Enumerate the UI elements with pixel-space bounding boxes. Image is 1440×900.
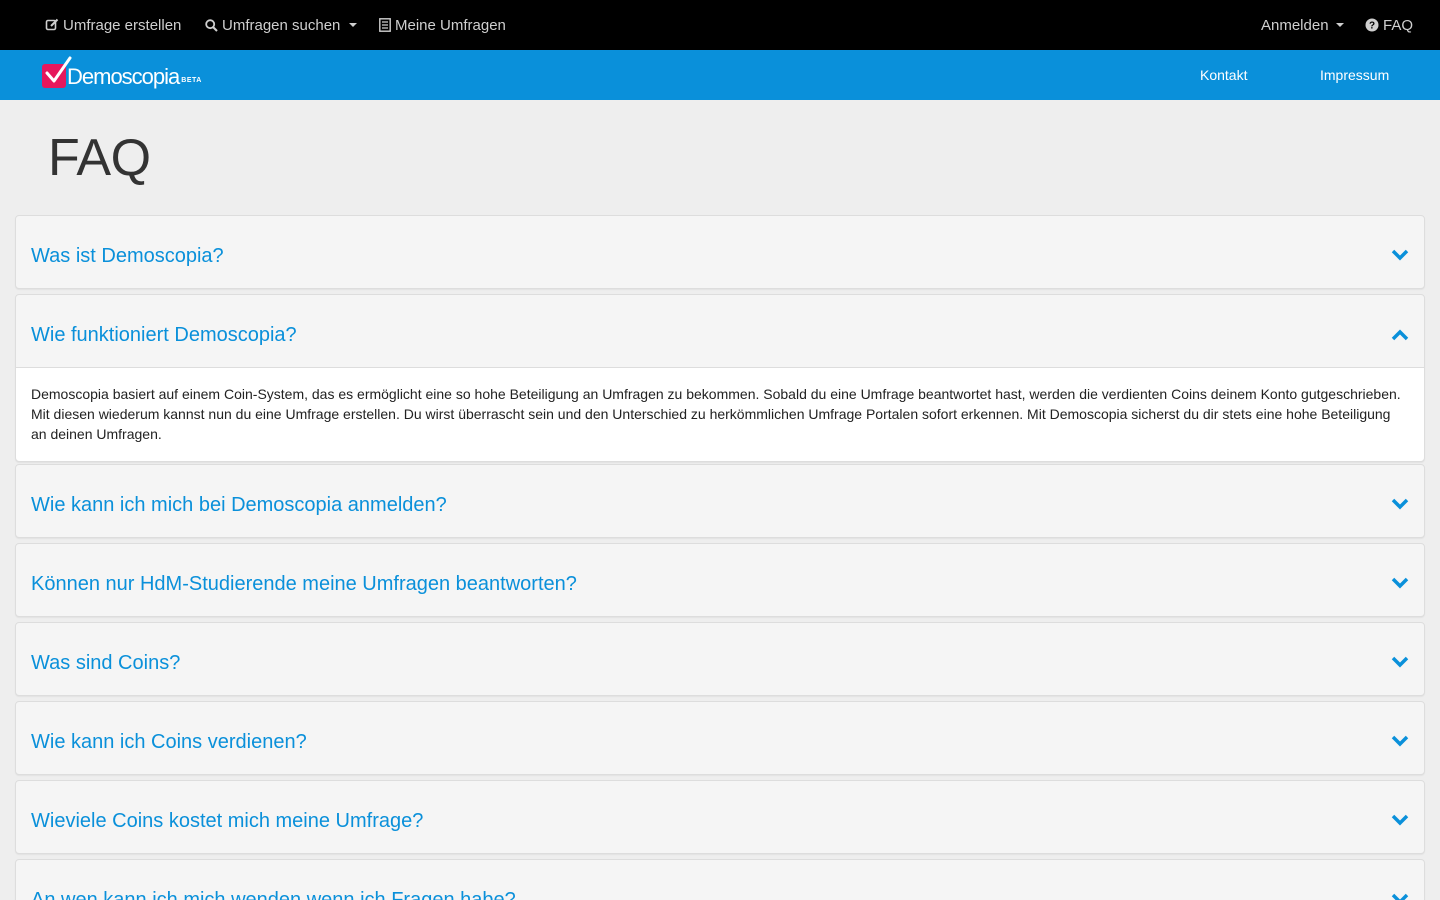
faq-panel: An wen kann ich mich wenden wenn ich Fra…: [15, 859, 1425, 900]
nav-faq-label: FAQ: [1383, 16, 1414, 34]
faq-panel: Können nur HdM-Studierende meine Umfrage…: [15, 543, 1425, 617]
chevron-down-icon: [1391, 248, 1409, 266]
nav-search-surveys-label: Umfragen suchen: [222, 16, 341, 34]
search-icon: [205, 18, 218, 32]
faq-question: Wie funktioniert Demoscopia?: [31, 324, 297, 346]
question-circle-icon: ?: [1365, 18, 1379, 32]
page-title: FAQ: [48, 129, 151, 187]
faq-question: Wie kann ich mich bei Demoscopia anmelde…: [31, 494, 447, 516]
faq-panel: Wie kann ich Coins verdienen?: [15, 701, 1425, 775]
nav-my-surveys[interactable]: Meine Umfragen: [379, 0, 506, 50]
faq-question: Was sind Coins?: [31, 652, 181, 674]
logo[interactable]: Demoscopia BETA: [42, 56, 202, 91]
faq-answer: Demoscopia basiert auf einem Coin-System…: [16, 367, 1424, 461]
faq-panel: Was ist Demoscopia?: [15, 215, 1425, 289]
faq-panel: Wie kann ich mich bei Demoscopia anmelde…: [15, 464, 1425, 538]
nav-my-surveys-label: Meine Umfragen: [395, 16, 506, 34]
nav-create-survey[interactable]: Umfrage erstellen: [45, 0, 181, 50]
nav-create-survey-label: Umfrage erstellen: [63, 16, 182, 34]
faq-question-toggle[interactable]: Wie kann ich mich bei Demoscopia anmelde…: [16, 465, 1424, 537]
caret-down-icon: [349, 23, 358, 27]
faq-panel: Wie funktioniert Demoscopia? Demoscopia …: [15, 294, 1425, 462]
chevron-down-icon: [1391, 734, 1409, 752]
imprint-link[interactable]: Impressum: [1320, 50, 1389, 100]
faq-question-toggle[interactable]: Wie kann ich Coins verdienen?: [16, 702, 1424, 774]
edit-icon: [45, 18, 59, 32]
faq-question: Was ist Demoscopia?: [31, 245, 224, 267]
faq-question-toggle[interactable]: Wie funktioniert Demoscopia?: [16, 295, 1424, 367]
nav-faq[interactable]: ? FAQ: [1365, 0, 1413, 50]
brand-navbar: Demoscopia BETA Kontakt Impressum: [0, 50, 1440, 100]
faq-question-toggle[interactable]: Was ist Demoscopia?: [16, 216, 1424, 288]
faq-question: Wie kann ich Coins verdienen?: [31, 731, 307, 753]
faq-question: Wieviele Coins kostet mich meine Umfrage…: [31, 810, 424, 832]
faq-question-toggle[interactable]: Können nur HdM-Studierende meine Umfrage…: [16, 544, 1424, 616]
chevron-up-icon: [1391, 328, 1409, 346]
contact-link[interactable]: Kontakt: [1200, 50, 1247, 100]
list-icon: [379, 18, 391, 32]
checkmark-logo-icon: [42, 56, 72, 88]
faq-question-toggle[interactable]: Was sind Coins?: [16, 623, 1424, 695]
svg-text:?: ?: [1369, 21, 1375, 32]
chevron-down-icon: [1391, 497, 1409, 515]
login-label: Anmelden: [1261, 16, 1329, 34]
faq-panel: Wieviele Coins kostet mich meine Umfrage…: [15, 780, 1425, 854]
faq-question: An wen kann ich mich wenden wenn ich Fra…: [31, 889, 516, 900]
top-navbar: Umfrage erstellen Umfragen suchen Meine …: [0, 0, 1440, 50]
faq-question: Können nur HdM-Studierende meine Umfrage…: [31, 573, 577, 595]
nav-search-surveys[interactable]: Umfragen suchen: [205, 0, 358, 50]
beta-badge: BETA: [181, 77, 202, 84]
chevron-down-icon: [1391, 655, 1409, 673]
faq-panel: Was sind Coins?: [15, 622, 1425, 696]
faq-question-toggle[interactable]: Wieviele Coins kostet mich meine Umfrage…: [16, 781, 1424, 853]
faq-question-toggle[interactable]: An wen kann ich mich wenden wenn ich Fra…: [16, 860, 1424, 900]
chevron-down-icon: [1391, 576, 1409, 594]
logo-text: Demoscopia: [67, 64, 180, 89]
login-dropdown[interactable]: Anmelden: [1261, 0, 1344, 50]
caret-down-icon: [1335, 23, 1344, 27]
chevron-down-icon: [1391, 892, 1409, 900]
chevron-down-icon: [1391, 813, 1409, 831]
